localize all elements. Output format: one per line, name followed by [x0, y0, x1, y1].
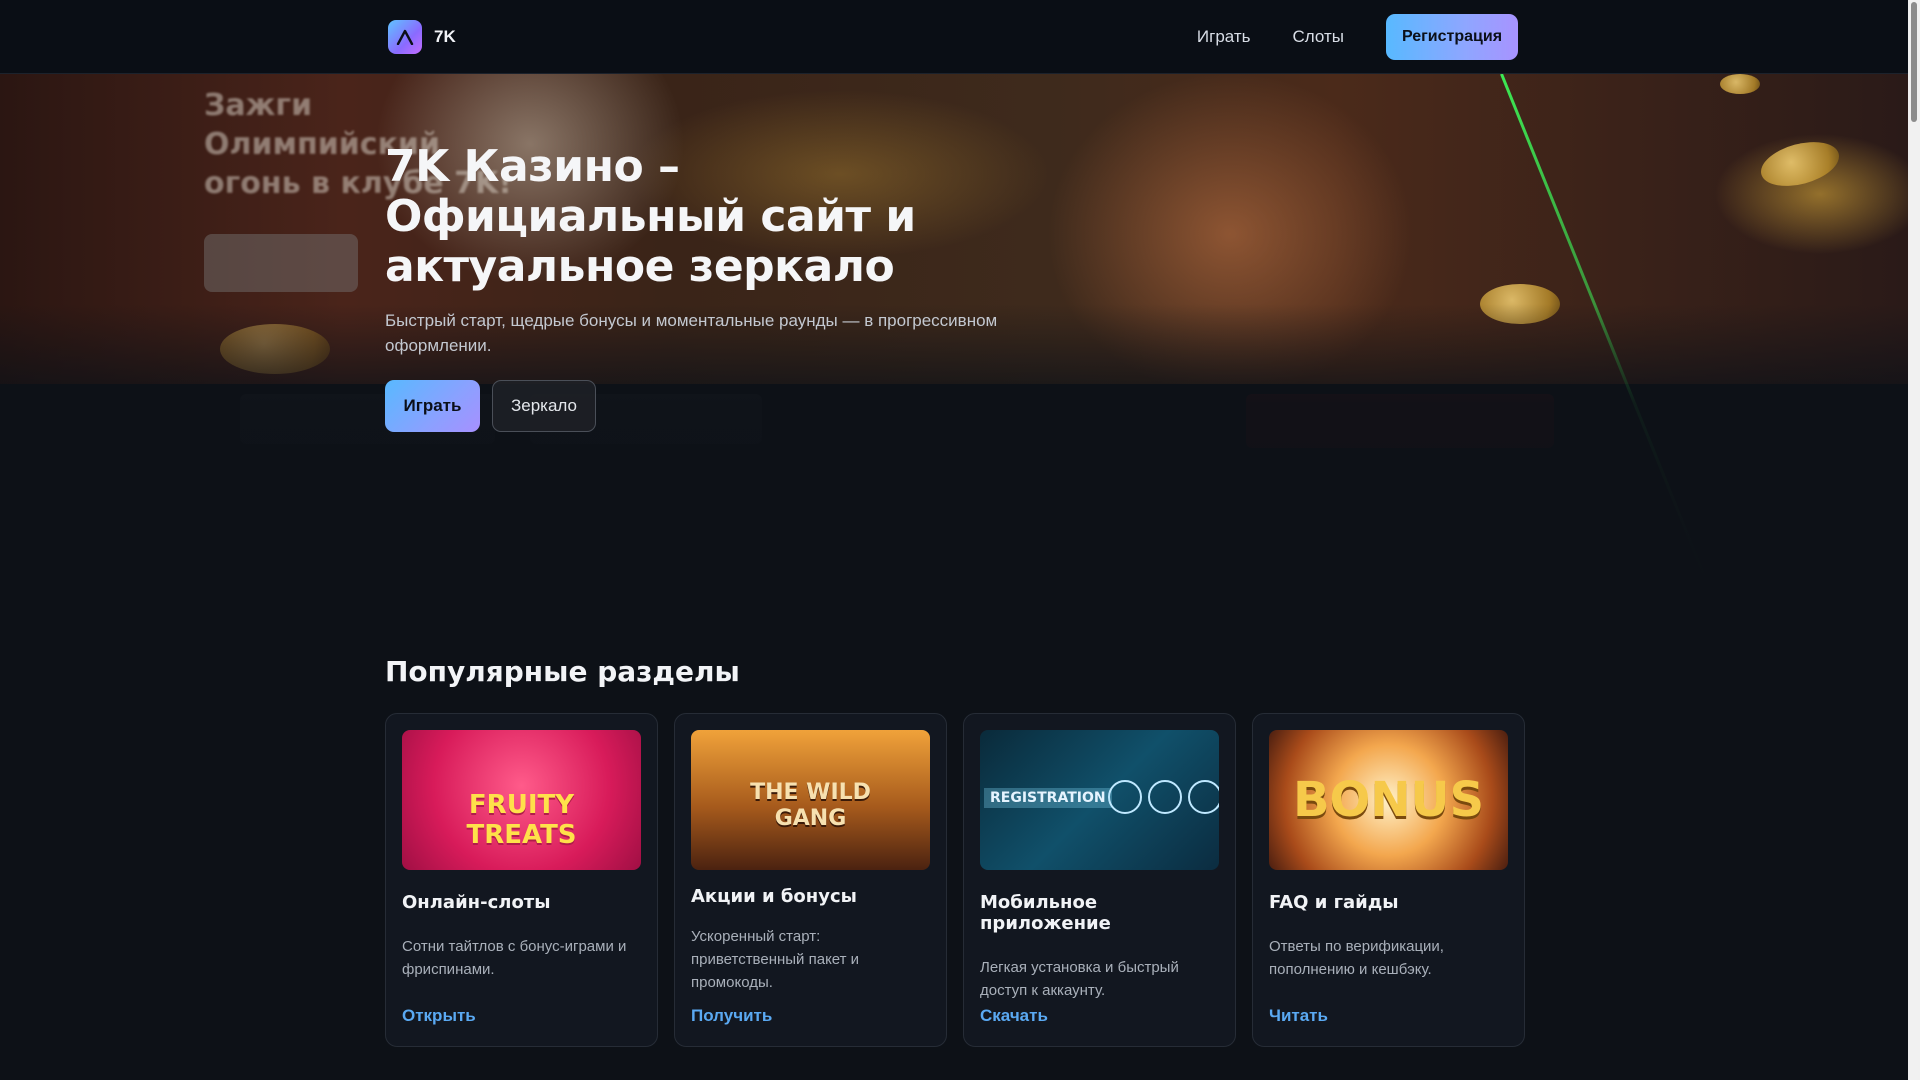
- hero-actions: Играть Зеркало: [385, 380, 1025, 432]
- card-faq-guides[interactable]: BONUS FAQ и гайды Ответы по верификации,…: [1252, 713, 1525, 1047]
- search-icon: [1108, 780, 1142, 814]
- card-description: Ответы по верификации, пополнению и кешб…: [1269, 938, 1444, 978]
- card-description: Сотни тайтлов с бонус-играми и фриспинам…: [402, 938, 627, 978]
- card-link-open[interactable]: Открыть: [402, 1006, 476, 1026]
- card-title: Мобильное приложение: [980, 892, 1111, 934]
- scrollbar-thumb[interactable]: [1911, 2, 1917, 122]
- id-card-icon: [1188, 780, 1219, 814]
- section-cards: FRUITY TREATS Онлайн-слоты Сотни тайтлов…: [385, 713, 1525, 1047]
- wild-gang-image: THE WILD GANG: [691, 730, 930, 870]
- document-icon: [1148, 780, 1182, 814]
- card-link-read[interactable]: Читать: [1269, 1006, 1328, 1026]
- card-link-download[interactable]: Скачать: [980, 1006, 1048, 1026]
- card-link-get[interactable]: Получить: [691, 1006, 772, 1026]
- card-image-caption: FRUITY TREATS: [466, 790, 577, 850]
- card-description: Легкая установка и быстрый доступ к акка…: [980, 959, 1179, 999]
- registration-image: REGISTRATION: [980, 730, 1219, 870]
- card-online-slots[interactable]: FRUITY TREATS Онлайн-слоты Сотни тайтлов…: [385, 713, 658, 1047]
- card-promotions[interactable]: THE WILD GANG Акции и бонусы Ускоренный …: [674, 713, 947, 1047]
- register-button[interactable]: Регистрация: [1386, 14, 1518, 60]
- gold-coin-decoration: [1720, 74, 1760, 94]
- section-title: Популярные разделы: [385, 655, 740, 688]
- brand[interactable]: 7K: [388, 20, 456, 54]
- brand-name: 7K: [434, 27, 456, 46]
- background-banner-button: [204, 234, 358, 292]
- main-nav: Играть Слоты Регистрация: [1197, 14, 1518, 60]
- card-title: Онлайн-слоты: [402, 892, 551, 913]
- card-title: Акции и бонусы: [691, 886, 857, 907]
- card-description: Ускоренный старт: приветственный пакет и…: [691, 928, 860, 991]
- card-title: FAQ и гайды: [1269, 892, 1399, 913]
- hero-content: 7K Казино – Официальный сайт и актуально…: [385, 142, 1025, 432]
- bonus-image: BONUS: [1269, 730, 1508, 870]
- nav-link-play[interactable]: Играть: [1197, 27, 1251, 47]
- card-mobile-app[interactable]: REGISTRATION Мобильное приложение Легкая…: [963, 713, 1236, 1047]
- play-button[interactable]: Играть: [385, 380, 480, 432]
- fruity-treats-image: FRUITY TREATS: [402, 730, 641, 870]
- brand-logo-icon: [388, 20, 422, 54]
- card-image-caption: REGISTRATION: [984, 788, 1112, 808]
- card-image-caption: THE WILD GANG: [750, 780, 871, 831]
- hero-subtitle: Быстрый старт, щедрые бонусы и моменталь…: [385, 311, 998, 355]
- top-navbar: 7K Играть Слоты Регистрация: [0, 0, 1908, 74]
- page-scrollbar[interactable]: [1908, 0, 1920, 1080]
- card-image-caption: BONUS: [1292, 772, 1485, 828]
- mirror-button[interactable]: Зеркало: [492, 380, 596, 432]
- hero-title: 7K Казино – Официальный сайт и актуально…: [385, 141, 916, 292]
- nav-link-slots[interactable]: Слоты: [1293, 27, 1344, 47]
- hero-section: Зажги Олимпийский огонь в клубе 7K! 7K К…: [0, 74, 1908, 634]
